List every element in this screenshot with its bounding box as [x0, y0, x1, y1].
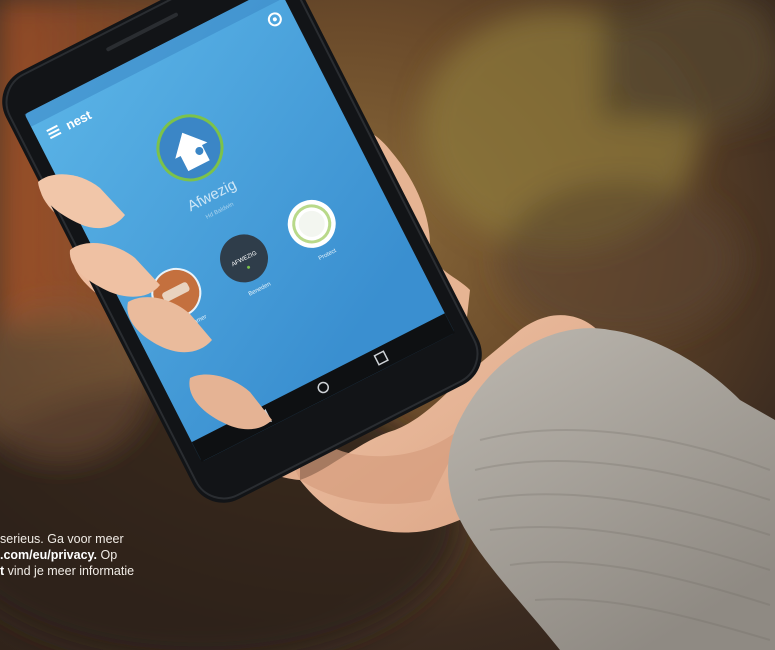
caption-line-1: serieus. Ga voor meer	[0, 532, 124, 546]
caption-line-3: t vind je meer informatie	[0, 563, 260, 579]
caption-line-3-rest: vind je meer informatie	[4, 564, 135, 578]
privacy-link[interactable]: .com/eu/privacy.	[0, 548, 97, 562]
caption-line-2: .com/eu/privacy. Op	[0, 547, 260, 563]
caption: serieus. Ga voor meer .com/eu/privacy. O…	[0, 531, 260, 579]
caption-line-2-rest: Op	[97, 548, 118, 562]
